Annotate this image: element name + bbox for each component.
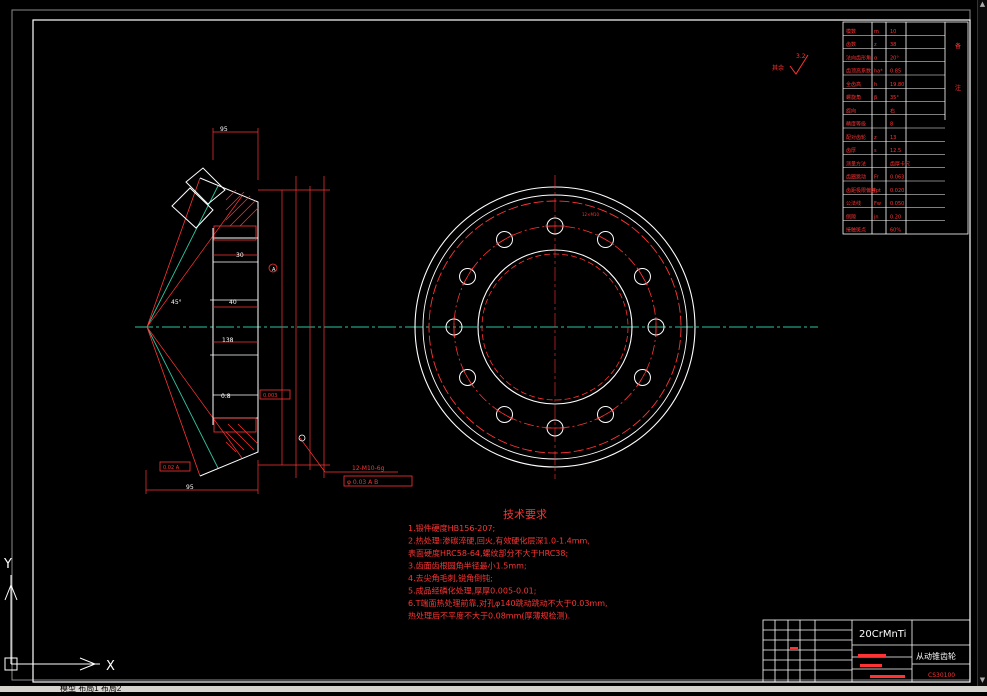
- param-cell: 0.85: [890, 69, 901, 75]
- param-cell: 60%: [890, 228, 901, 234]
- bolt-hole-centermark: [637, 267, 648, 286]
- layout-tabs-strip[interactable]: 模型 布局1 布局2: [0, 683, 987, 694]
- param-cell: 螺旋角: [846, 94, 861, 101]
- vertical-scrollbar[interactable]: ▲ ▼: [977, 0, 987, 692]
- param-cell: 精度等级: [846, 121, 866, 128]
- svg-text:0.003: 0.003: [263, 393, 277, 399]
- bolt-hole-centermark: [495, 234, 514, 245]
- drawing-svg: 模数 m 10 齿数 z 38 法向齿形角 α 20° 齿顶高系数 ha* 0.85 全齿高 h 19.80…: [3, 9, 971, 683]
- param-cell: ha*: [874, 69, 883, 75]
- layout-tabs-text[interactable]: 模型 布局1 布局2: [60, 683, 121, 694]
- param-side-label-1: 备: [955, 42, 961, 50]
- param-cell: h: [874, 82, 877, 88]
- param-cell: 齿厚卡尺: [890, 160, 910, 167]
- param-cell: 右: [890, 107, 895, 114]
- roughness-value: 3.2: [796, 53, 806, 60]
- bolt-hole-centermark: [596, 409, 615, 420]
- roughness-symbol: 其余 3.2: [772, 53, 809, 75]
- bolt-hole-centermark: [495, 409, 514, 420]
- title-part-name: 从动锥齿轮: [916, 651, 956, 661]
- param-cell: Fw: [874, 201, 881, 207]
- param-cell: 公法线: [846, 200, 861, 207]
- dim-138: 138: [222, 337, 234, 344]
- tech-requirement-line: 1.锻件硬度HB156-207;: [408, 523, 495, 533]
- param-cell: 0.020: [890, 188, 904, 194]
- param-cell: 模数: [846, 28, 856, 35]
- cad-drawing-canvas[interactable]: 模数 m 10 齿数 z 38 法向齿形角 α 20° 齿顶高系数 ha* 0.85 全齿高 h 19.80…: [0, 0, 987, 692]
- roughness-note: 其余: [772, 64, 784, 72]
- tech-requirement-line: 热处理后不平度不大于0.08mm(厚薄规检测).: [408, 611, 570, 621]
- param-cell: 35°: [890, 95, 899, 101]
- param-cell: 12.5: [890, 148, 901, 154]
- svg-text:φ 0.03 A B: φ 0.03 A B: [347, 479, 378, 486]
- parameter-table-rows: 模数 m 10 齿数 z 38 法向齿形角 α 20° 齿顶高系数 ha* 0.85 全齿高 h 19.80…: [843, 28, 945, 234]
- dim-thread: 12-M10-6g: [352, 465, 385, 472]
- scroll-down-icon[interactable]: ▼: [979, 676, 986, 684]
- param-cell: 齿数: [846, 41, 856, 48]
- param-cell: 法向齿形角: [846, 54, 871, 61]
- tech-requirement-line: 4.去尖角毛刺,锐角倒钝;: [408, 573, 493, 583]
- section-view: [135, 128, 818, 494]
- param-cell: 8: [890, 122, 893, 128]
- bolt-hole-centermark: [637, 368, 648, 387]
- dim-30: 30: [236, 252, 244, 259]
- ucs-y-label: Y: [3, 557, 12, 572]
- param-cell: 侧隙: [846, 213, 856, 220]
- ucs-icon: [4, 575, 100, 671]
- tech-heading: 技术要求: [503, 508, 547, 521]
- dim-0-8: 0.8: [221, 393, 231, 400]
- svg-text:0.02 A: 0.02 A: [163, 465, 180, 471]
- param-cell: 13: [890, 135, 896, 141]
- drawing-frame: [32, 19, 971, 683]
- param-cell: z: [874, 135, 877, 141]
- param-cell: 19.80: [890, 82, 904, 88]
- bolt-hole-centermark: [462, 267, 473, 286]
- param-cell: β: [874, 95, 877, 101]
- param-cell: α: [874, 55, 878, 61]
- tech-requirement-line: 6.T端面热处理前靠,对孔φ140跳动跳动不大于0.03mm,: [408, 598, 608, 608]
- tech-requirement-line: 5.成品经磷化处理,厚厚0.005-0.01;: [408, 586, 536, 596]
- tech-requirement-line: 2.热处理:渗碳淬硬,回火,有效硬化层深1.0-1.4mm,: [408, 536, 590, 546]
- param-cell: s: [874, 148, 877, 154]
- scroll-up-icon[interactable]: ▲: [979, 0, 986, 8]
- datum-a: A: [272, 267, 276, 273]
- title-block-red-marks: [790, 647, 905, 678]
- param-cell: 配对齿轮: [846, 134, 866, 141]
- param-cell: z: [874, 42, 877, 48]
- param-cell: 0.050: [890, 201, 904, 207]
- svg-text:12×M10: 12×M10: [582, 212, 599, 217]
- param-cell: 齿圈跳动: [846, 174, 866, 181]
- tech-requirements: 技术要求 1.锻件硬度HB156-207; 2.热处理:渗碳淬硬,回火,有效硬化层…: [408, 508, 608, 621]
- dim-top-width: 95: [220, 126, 228, 133]
- bolt-hole-centermark: [462, 368, 473, 387]
- param-cell: 旋向: [846, 107, 856, 114]
- param-cell: jn: [873, 214, 879, 220]
- param-cell: m: [874, 29, 879, 35]
- dim-40: 40: [229, 299, 237, 306]
- tech-requirement-line: 表面硬度HRC58-64,螺纹部分不大于HRC38;: [408, 548, 568, 558]
- param-cell: 0.063: [890, 175, 904, 181]
- param-cell: 接触斑点: [846, 227, 866, 234]
- dim-bottom-width: 95: [186, 484, 194, 491]
- param-cell: 0.20: [890, 214, 901, 220]
- param-cell: 测量方法: [846, 160, 866, 167]
- param-cell: 齿顶高系数: [846, 68, 871, 75]
- param-cell: 10: [890, 29, 896, 35]
- bolt-hole-centermark: [596, 234, 615, 245]
- param-cell: fpt: [874, 188, 881, 194]
- dim-angle: 45°: [171, 299, 182, 306]
- title-drawing-number: CS30100: [928, 672, 955, 679]
- param-cell: 38: [890, 42, 896, 48]
- tech-requirement-line: 3.齿面齿根圆角半径最小1.5mm;: [408, 561, 527, 571]
- title-material: 20CrMnTi: [859, 629, 906, 640]
- param-cell: 20°: [890, 55, 899, 61]
- param-cell: 全齿高: [846, 81, 861, 88]
- ucs-x-label: X: [106, 659, 115, 674]
- param-cell: 齿距极限偏差: [846, 187, 876, 194]
- param-side-label-2: 注: [955, 84, 961, 92]
- param-cell: 齿厚: [846, 148, 856, 154]
- param-cell: Fr: [874, 175, 880, 181]
